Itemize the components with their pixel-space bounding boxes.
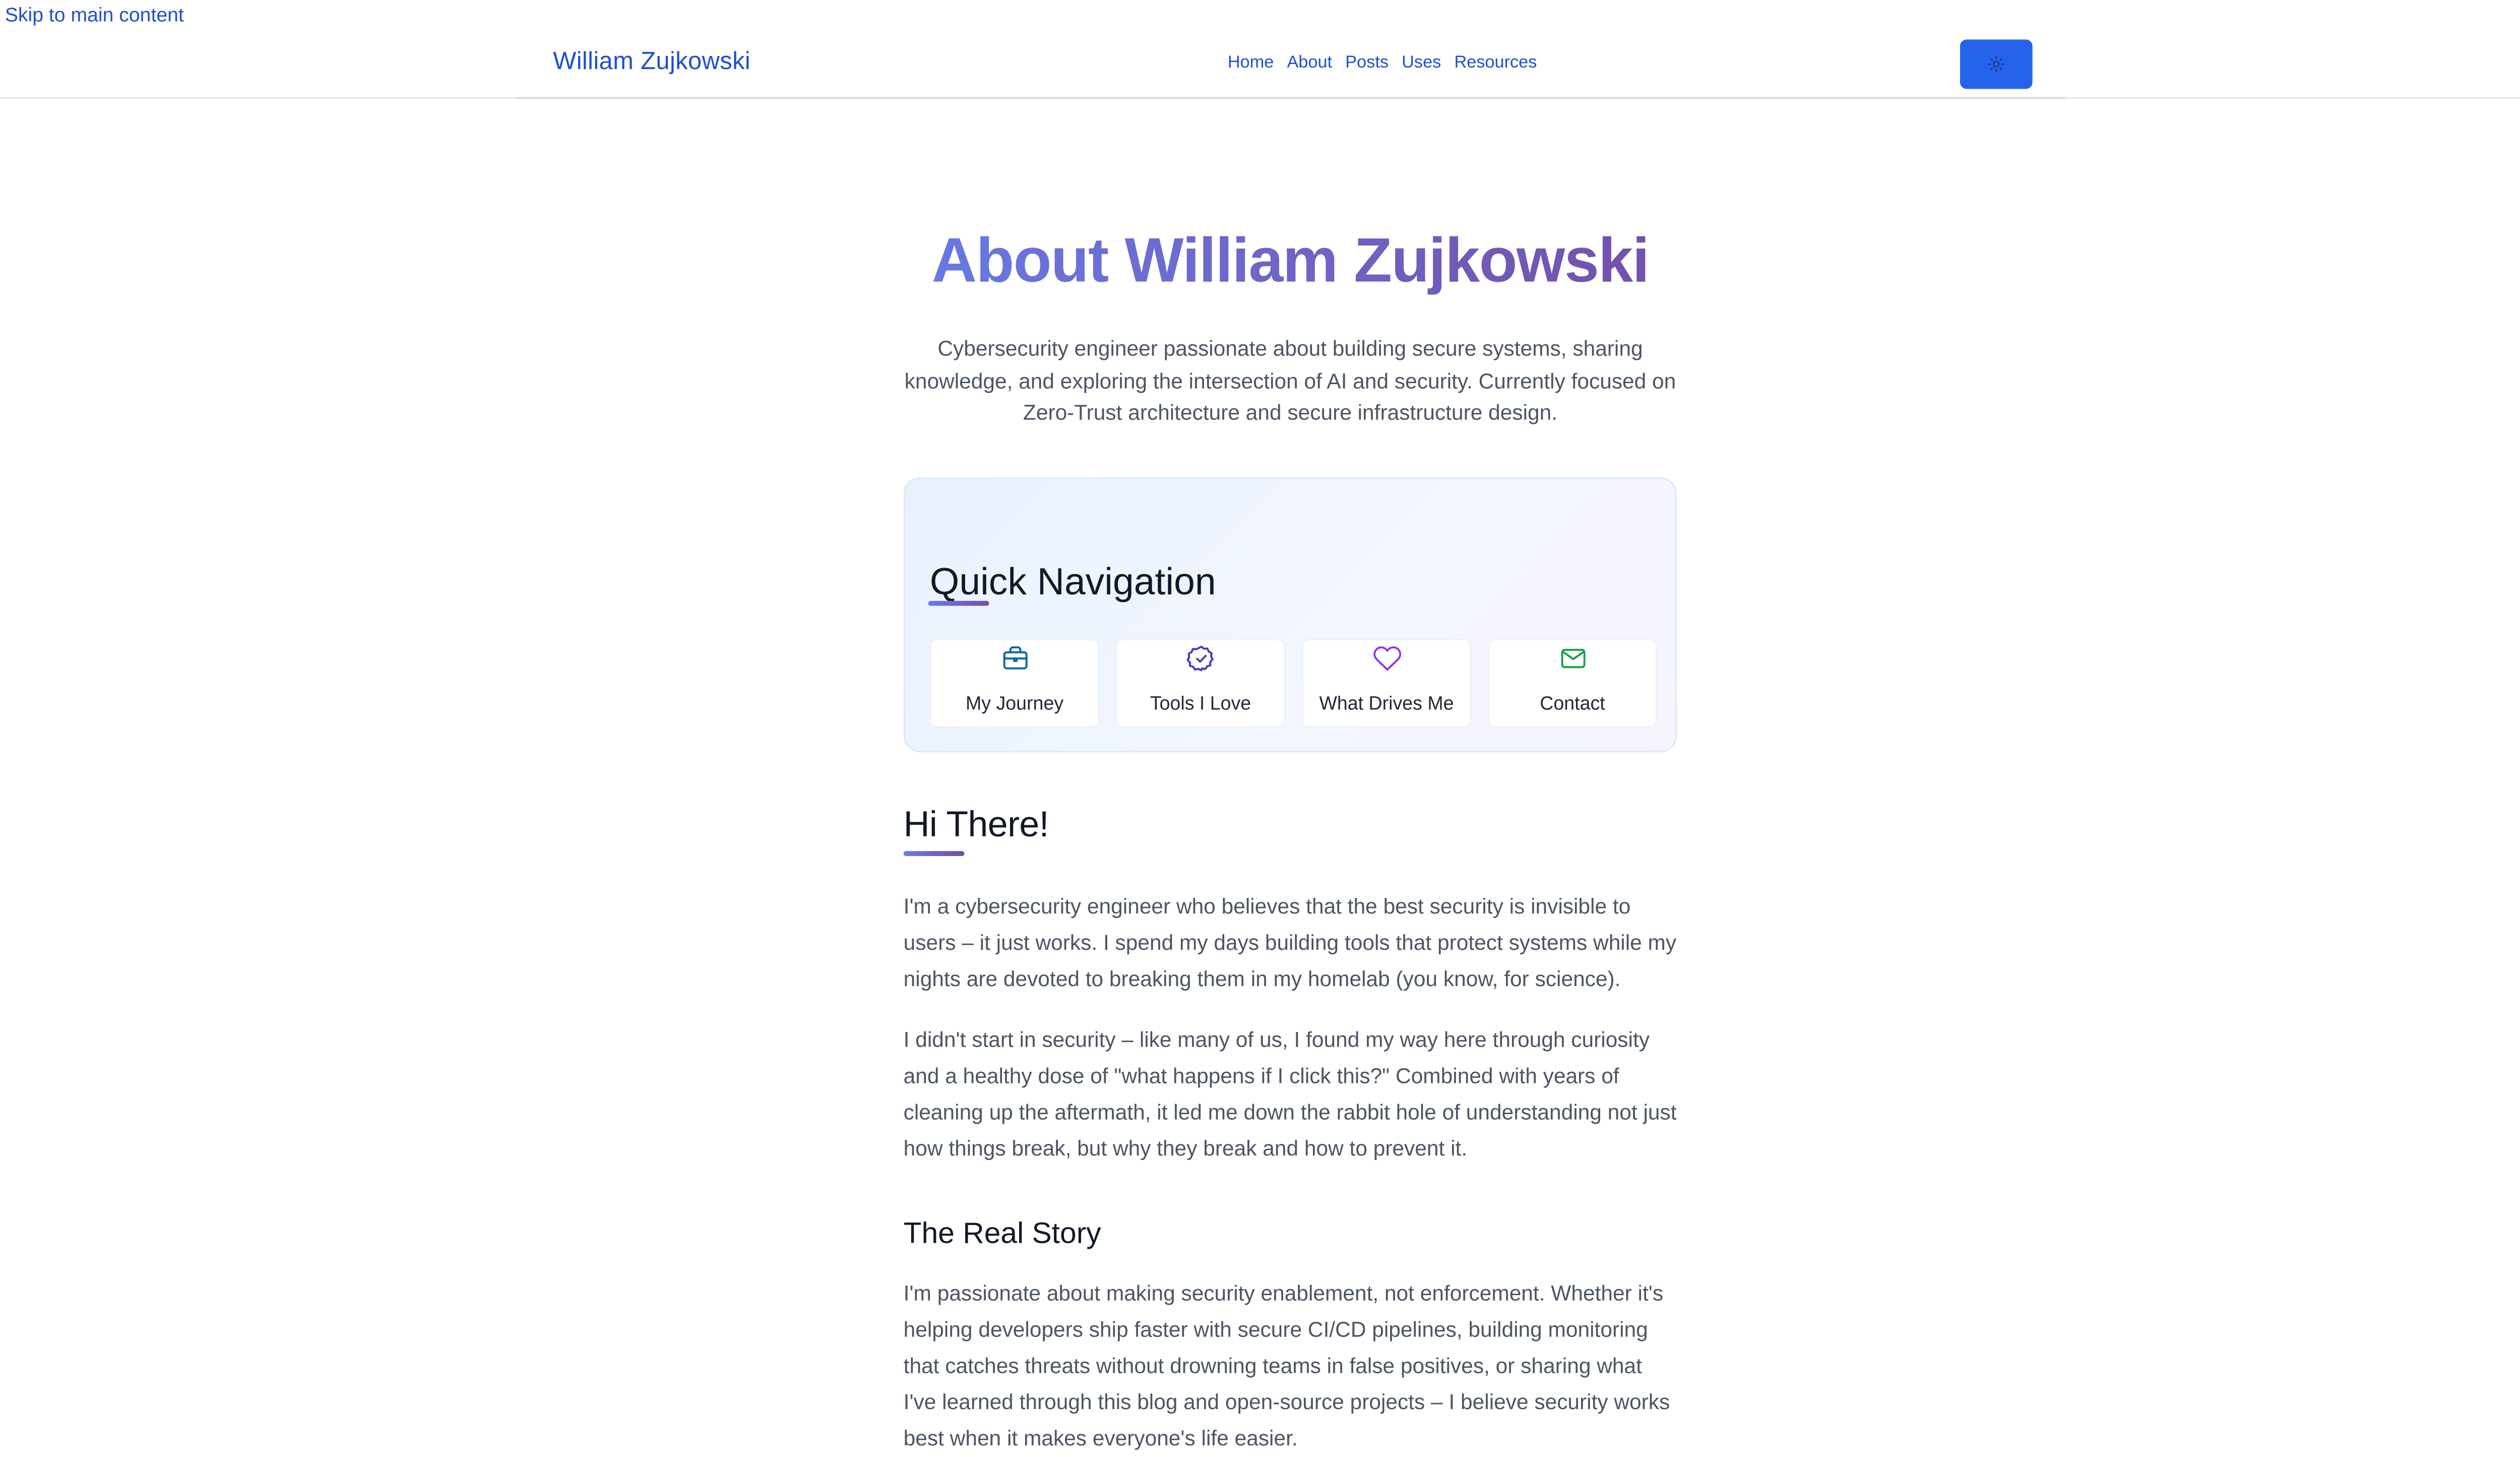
quick-navigation-links: My Journey Tools I Love What Drives Me C… bbox=[929, 638, 1658, 728]
header-container: William Zujkowski Home About Posts Uses … bbox=[517, 0, 2065, 99]
quick-nav-label: Tools I Love bbox=[1150, 694, 1251, 715]
quick-nav-label: What Drives Me bbox=[1319, 694, 1454, 715]
nav-link-posts[interactable]: Posts bbox=[1345, 52, 1389, 72]
sun-icon bbox=[1988, 56, 2005, 73]
page-title: About William Zujkowski bbox=[838, 227, 1743, 298]
hi-there-heading-underline bbox=[903, 851, 965, 856]
quick-navigation-heading-underline bbox=[928, 600, 989, 606]
nav-link-resources[interactable]: Resources bbox=[1454, 52, 1537, 72]
page-root: Skip to main content William Zujkowski H… bbox=[0, 0, 2520, 1452]
quick-nav-tools-i-love[interactable]: Tools I Love bbox=[1115, 638, 1286, 728]
quick-navigation-heading: Quick Navigation bbox=[929, 560, 1216, 603]
quick-nav-label: My Journey bbox=[966, 694, 1064, 715]
real-story-heading: The Real Story bbox=[903, 1217, 1101, 1250]
quick-nav-my-journey[interactable]: My Journey bbox=[929, 638, 1100, 728]
quick-nav-what-drives-me[interactable]: What Drives Me bbox=[1301, 638, 1472, 728]
real-story-paragraph-1: I'm passionate about making security ena… bbox=[903, 1281, 1670, 1450]
quick-nav-label: Contact bbox=[1540, 694, 1605, 715]
quick-nav-contact[interactable]: Contact bbox=[1487, 638, 1658, 728]
page-intro: Cybersecurity engineer passionate about … bbox=[904, 336, 1676, 425]
nav-link-uses[interactable]: Uses bbox=[1402, 52, 1441, 72]
hi-there-paragraph-2: I didn't start in security – like many o… bbox=[903, 1027, 1677, 1161]
main-nav: Home About Posts Uses Resources bbox=[1228, 52, 1537, 72]
hi-there-heading: Hi There! bbox=[903, 803, 1049, 845]
check-badge-icon bbox=[1186, 645, 1214, 672]
hi-there-paragraph-1: I'm a cybersecurity engineer who believe… bbox=[903, 894, 1677, 991]
briefcase-icon bbox=[1003, 646, 1028, 670]
mail-icon bbox=[1561, 649, 1586, 669]
quick-navigation-card: Quick Navigation My Journey Tools I Love… bbox=[903, 477, 1677, 753]
heart-icon bbox=[1373, 646, 1402, 671]
nav-link-about[interactable]: About bbox=[1287, 52, 1333, 72]
site-header: William Zujkowski Home About Posts Uses … bbox=[0, 0, 2520, 99]
theme-toggle-button[interactable] bbox=[1960, 39, 2033, 89]
site-brand-link[interactable]: William Zujkowski bbox=[553, 48, 750, 76]
nav-link-home[interactable]: Home bbox=[1228, 52, 1274, 72]
